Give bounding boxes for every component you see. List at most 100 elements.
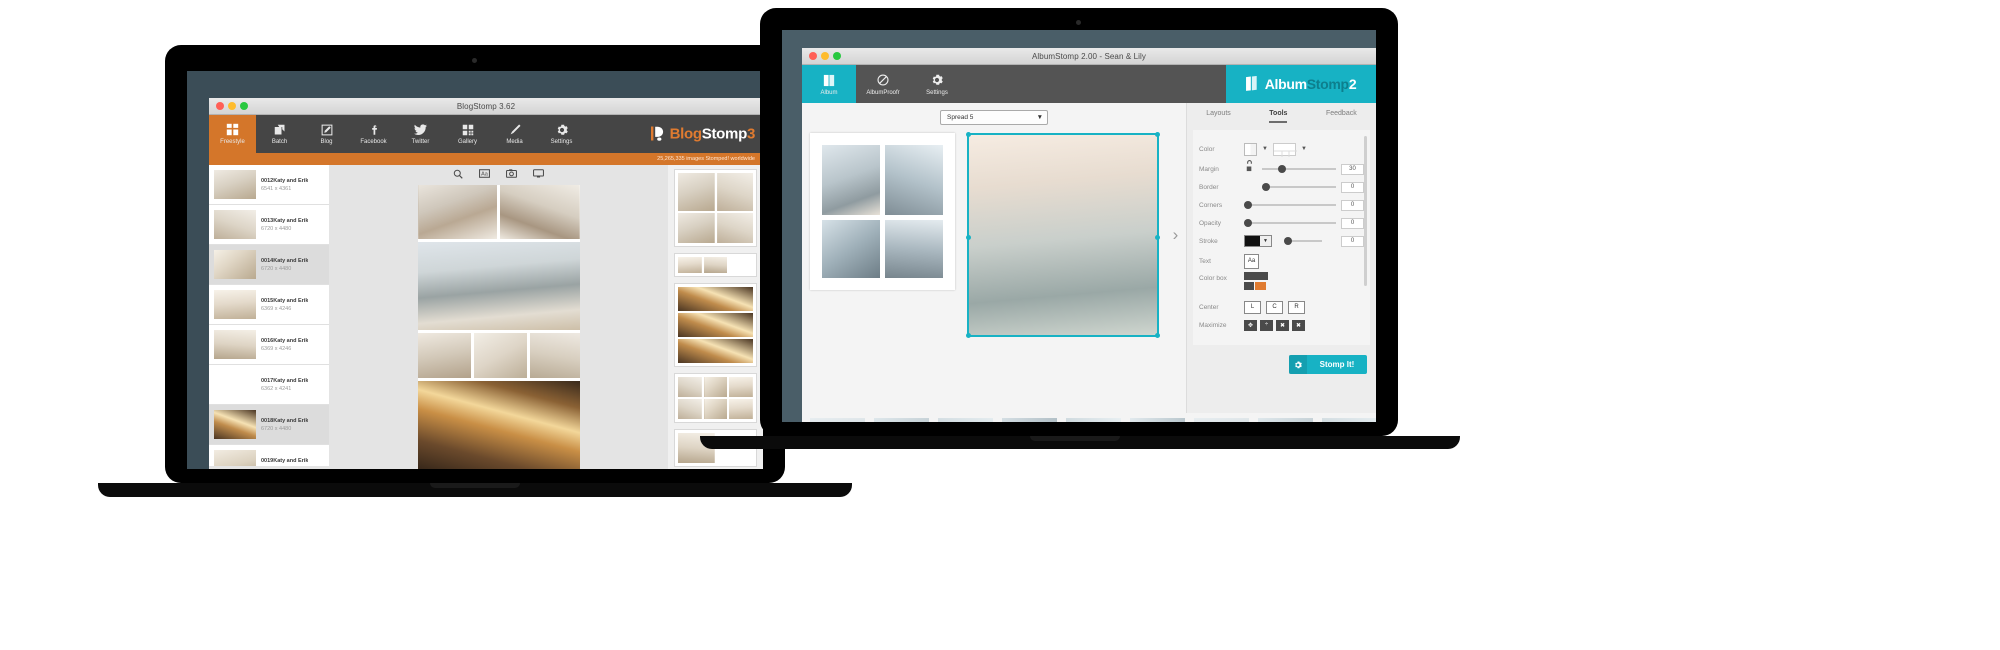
filmstrip-item[interactable]: 0083Katy and Erik <box>810 418 865 422</box>
maximize-fit[interactable]: ✥ <box>1244 319 1257 331</box>
freestyle-canvas[interactable] <box>417 185 580 469</box>
corners-slider[interactable] <box>1244 200 1336 210</box>
colorbox-dark2[interactable] <box>1244 282 1254 290</box>
filmstrip-thumbnail[interactable]: 5 <box>1066 418 1121 422</box>
next-spread-arrow[interactable]: › <box>1173 225 1179 245</box>
preview-card[interactable] <box>674 169 757 247</box>
filmstrip-item[interactable]: 0088Katy and Erik <box>1130 418 1185 422</box>
panel-scrollbar[interactable] <box>1364 136 1367 286</box>
slider-knob[interactable] <box>1262 183 1270 191</box>
colorbox-orange[interactable] <box>1255 282 1266 290</box>
filmstrip-thumbnail[interactable]: 5 <box>1002 418 1057 422</box>
tab-layouts[interactable]: Layouts <box>1206 110 1231 123</box>
search-icon[interactable] <box>453 169 463 182</box>
page-photo[interactable] <box>884 220 943 278</box>
chevron-down-icon-2[interactable]: ▼ <box>1301 146 1307 152</box>
slider-knob[interactable] <box>1244 219 1252 227</box>
filmstrip-thumbnail[interactable] <box>810 418 865 422</box>
filmstrip-item[interactable]: 0089Katy and Erik <box>1194 418 1249 422</box>
preview-panel[interactable] <box>668 165 763 469</box>
spread-page-left[interactable] <box>809 133 955 290</box>
center-option-l[interactable]: L <box>1244 300 1261 314</box>
tab-tools[interactable]: Tools <box>1269 110 1288 123</box>
spread-select[interactable]: Spread 5 ▼ <box>940 110 1048 125</box>
filmstrip-item[interactable]: 50087Katy and Erik <box>1066 418 1121 422</box>
corners-value[interactable]: 0 <box>1341 199 1364 211</box>
chevron-down-icon[interactable]: ▼ <box>1262 146 1268 152</box>
resize-handle-l[interactable] <box>965 235 971 240</box>
filmstrip-thumbnail[interactable] <box>1130 418 1185 422</box>
file-list-item[interactable]: 0019Katy and Erik6720 x 4480 <box>209 445 329 466</box>
filmstrip-item[interactable]: 50086Katy and Erik <box>1002 418 1057 422</box>
color-swatch[interactable] <box>1244 142 1257 156</box>
center-options[interactable]: LCR <box>1244 300 1305 314</box>
file-list[interactable]: 0012Katy and Erik 6541 x 4361 0013Katy and… <box>209 165 329 466</box>
resize-handle-br[interactable] <box>1154 333 1160 338</box>
link-icon[interactable] <box>1244 160 1257 178</box>
tab-album[interactable]: Album <box>802 65 856 103</box>
filmstrip-thumbnail[interactable] <box>1258 418 1313 422</box>
filmstrip-thumbnail[interactable]: 5 <box>1322 418 1376 422</box>
preview-card[interactable] <box>674 373 757 423</box>
maximize-options[interactable]: ✥ ÷ ✖ ✖ <box>1244 319 1305 331</box>
file-list-item[interactable]: 0017Katy and Erik 6362 x 4241 <box>209 365 329 405</box>
page-photo[interactable] <box>884 145 943 215</box>
monitor-icon[interactable] <box>533 169 544 181</box>
preview-card[interactable] <box>674 283 757 367</box>
canvas-photo[interactable] <box>417 381 580 469</box>
stroke-value[interactable]: 0 <box>1341 235 1364 247</box>
center-option-r[interactable]: R <box>1288 300 1305 314</box>
camera-icon[interactable] <box>506 169 517 181</box>
slider-knob[interactable] <box>1284 237 1292 245</box>
filmstrip-thumbnail[interactable] <box>1194 418 1249 422</box>
file-list-item[interactable]: 0018Katy and Erik 6720 x 4480 <box>209 405 329 445</box>
opacity-slider[interactable] <box>1244 218 1336 228</box>
maximize-fill[interactable]: ✖ <box>1276 319 1289 331</box>
filmstrip-item[interactable]: 0085Katy and Erik <box>938 418 993 422</box>
margin-value[interactable]: 30 <box>1341 163 1364 175</box>
file-list-item[interactable]: 0013Katy and Erik 6720 x 4480 <box>209 205 329 245</box>
slider-knob[interactable] <box>1278 165 1287 173</box>
filmstrip-item[interactable]: 0084Katy and Erik <box>874 418 929 422</box>
border-slider[interactable] <box>1262 182 1336 192</box>
text-style-button[interactable]: Aa <box>1244 253 1259 269</box>
canvas-photo[interactable] <box>417 333 471 378</box>
file-list-item[interactable]: 0012Katy and Erik 6541 x 4361 <box>209 165 329 205</box>
tab-batch[interactable]: Batch <box>256 115 303 153</box>
file-list-item[interactable]: 0016Katy and Erik 6369 x 4246 <box>209 325 329 365</box>
margin-slider[interactable] <box>1262 164 1336 174</box>
tab-gallery[interactable]: Gallery <box>444 115 491 153</box>
filmstrip[interactable]: 0083Katy and Erik 0084Katy and Erik 0085Ka… <box>802 413 1376 422</box>
file-list-item[interactable]: 0015Katy and Erik 6369 x 4246 <box>209 285 329 325</box>
filmstrip-thumbnail[interactable] <box>938 418 993 422</box>
tab-albumproofr[interactable]: AlbumProofr <box>856 65 910 103</box>
tab-facebook[interactable]: Facebook <box>350 115 397 153</box>
filmstrip-item[interactable]: 0090Katy and Erik <box>1258 418 1313 422</box>
maximize-split[interactable]: ÷ <box>1260 319 1273 331</box>
colorbox-swatches[interactable] <box>1244 272 1268 290</box>
border-value[interactable]: 0 <box>1341 181 1364 193</box>
tab-freestyle[interactable]: Freestyle <box>209 115 256 153</box>
page-photo[interactable] <box>821 220 880 278</box>
filmstrip-item[interactable]: 50091Katy and Erik <box>1322 418 1376 422</box>
maximize-crop[interactable]: ✖ <box>1292 319 1305 331</box>
resize-handle-tr[interactable] <box>1154 132 1160 137</box>
resize-handle-bl[interactable] <box>965 333 971 338</box>
tab-settings[interactable]: Settings <box>538 115 585 153</box>
spread-page-right-selected[interactable] <box>965 132 1160 338</box>
resize-handle-r[interactable] <box>1154 235 1160 240</box>
filmstrip-thumbnail[interactable] <box>874 418 929 422</box>
canvas-photo[interactable] <box>417 242 580 330</box>
canvas-photo[interactable] <box>473 333 527 378</box>
albumstomp-stomp-button[interactable]: Stomp It! <box>1289 355 1367 374</box>
resize-handle-tl[interactable] <box>965 132 971 137</box>
tab-feedback[interactable]: Feedback <box>1326 110 1357 123</box>
canvas-photo[interactable] <box>417 185 497 239</box>
center-option-c[interactable]: C <box>1266 300 1283 314</box>
stroke-color-select[interactable]: ▼ <box>1244 235 1272 247</box>
page-photo[interactable] <box>821 145 880 215</box>
text-image-icon[interactable]: Aa <box>479 169 490 181</box>
tab-blog[interactable]: Blog <box>303 115 350 153</box>
file-list-item[interactable]: 0014Katy and Erik 6720 x 4480 <box>209 245 329 285</box>
colorbox-dark[interactable] <box>1244 272 1268 280</box>
